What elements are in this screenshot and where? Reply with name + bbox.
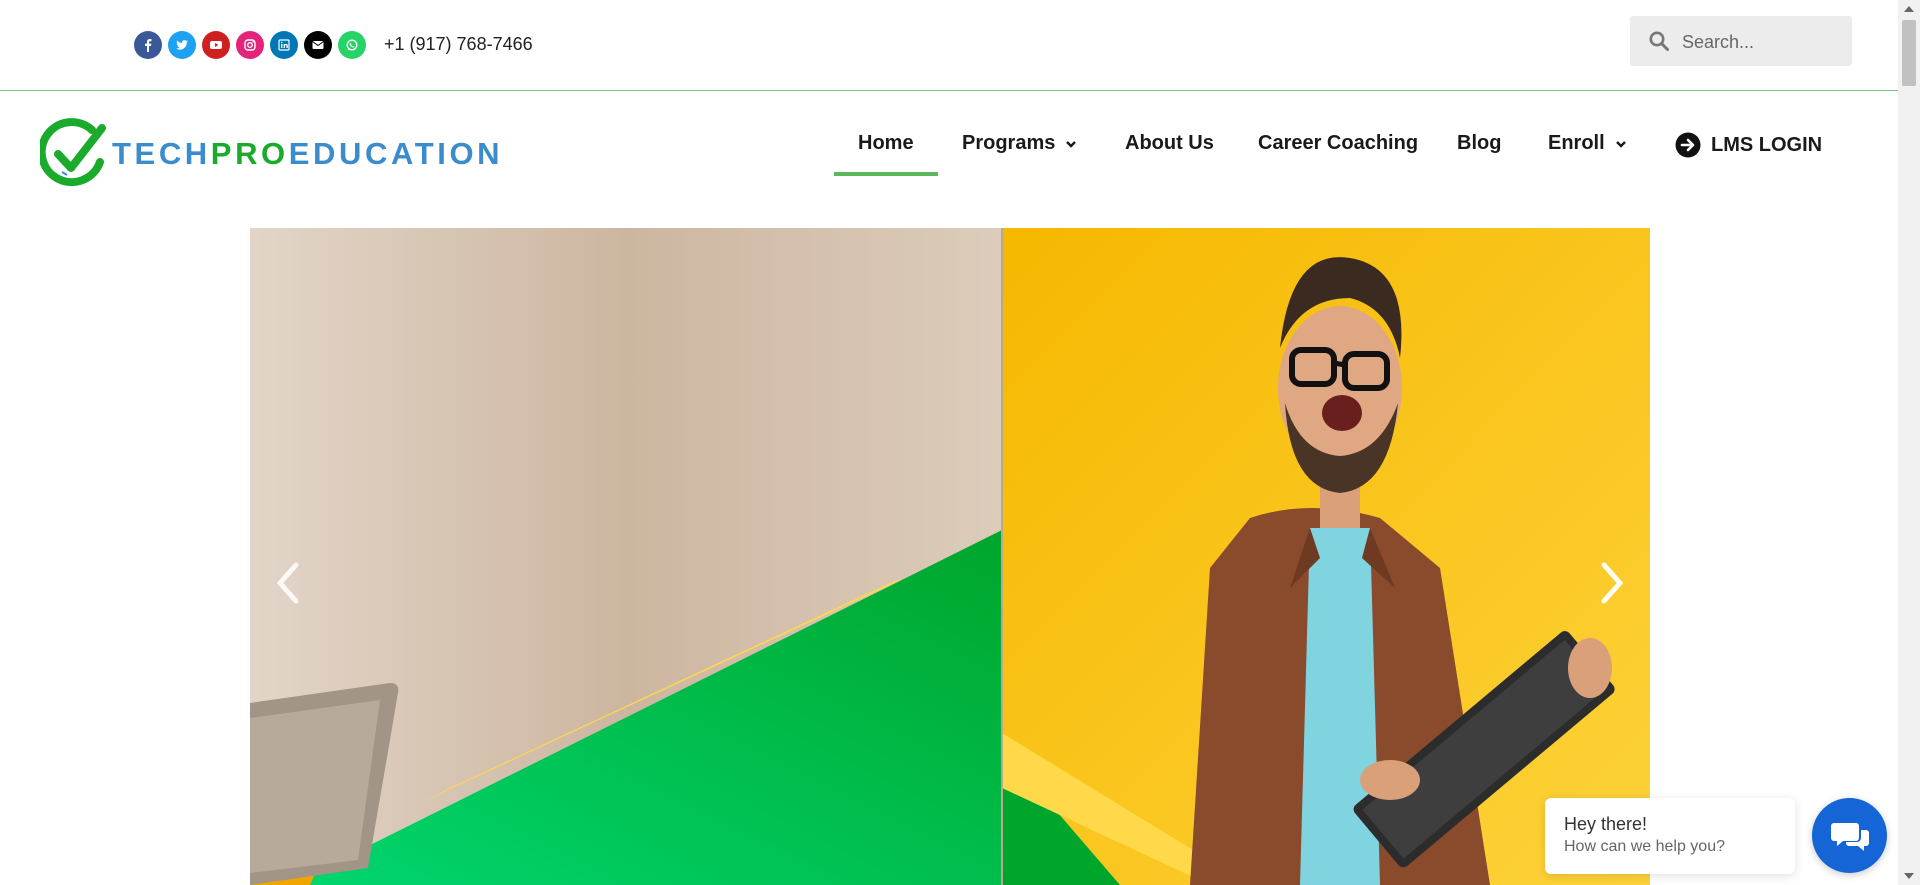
arrow-circle-right-icon [1675,132,1701,158]
hero-slider [250,228,1650,885]
top-bar: +1 (917) 768-7466 [0,0,1898,91]
nav-item-lms-login[interactable]: LMS LOGIN [1675,132,1822,158]
nav-item-career-coaching[interactable]: Career Coaching [1258,132,1418,155]
nav-label-enroll: Enroll [1548,132,1605,154]
nav-label-programs: Programs [962,132,1056,154]
phone-number[interactable]: +1 (917) 768-7466 [384,34,533,55]
youtube-icon[interactable] [202,31,230,59]
instagram-icon[interactable] [236,31,264,59]
chat-prompt: How can we help you? [1564,838,1725,855]
whatsapp-icon[interactable] [338,31,366,59]
chat-button[interactable] [1812,798,1887,873]
scrollbar-thumb[interactable] [1902,20,1916,86]
hero-image [250,228,1650,885]
facebook-icon[interactable] [134,31,162,59]
nav-item-home[interactable]: Home [858,132,914,155]
nav-item-blog[interactable]: Blog [1457,132,1501,155]
nav-item-enroll[interactable]: Enroll [1548,132,1627,155]
twitter-icon[interactable] [168,31,196,59]
nav-label-about-us: About Us [1125,132,1214,154]
search-input[interactable] [1680,16,1844,68]
nav-label-career-coaching: Career Coaching [1258,132,1419,154]
search-box [1630,16,1852,68]
nav-label-home: Home [858,132,914,154]
chat-greeting-bubble[interactable]: Hey there! How can we help you? [1545,798,1795,874]
chevron-left-icon[interactable] [274,560,304,606]
page-scrollbar[interactable] [1898,0,1920,885]
scroll-up-icon[interactable] [1904,6,1914,12]
linkedin-icon[interactable] [270,31,298,59]
chevron-right-icon[interactable] [1596,560,1626,606]
chat-greeting: Hey there! [1564,814,1648,834]
nav-item-programs[interactable]: Programs [962,132,1077,155]
chevron-down-icon [1615,140,1626,148]
scroll-down-icon[interactable] [1904,873,1914,879]
chat-icon [1830,822,1869,851]
social-icons [134,31,366,59]
nav-label-lms-login: LMS LOGIN [1711,133,1823,156]
search-icon[interactable] [1648,30,1670,52]
chevron-down-icon [1066,140,1077,148]
nav-item-about-us[interactable]: About Us [1125,132,1214,155]
nav-label-blog: Blog [1457,132,1502,154]
active-nav-indicator [834,172,938,176]
main-navigation: Home Programs About Us Career Coaching B… [0,122,1898,182]
envelope-icon[interactable] [304,31,332,59]
